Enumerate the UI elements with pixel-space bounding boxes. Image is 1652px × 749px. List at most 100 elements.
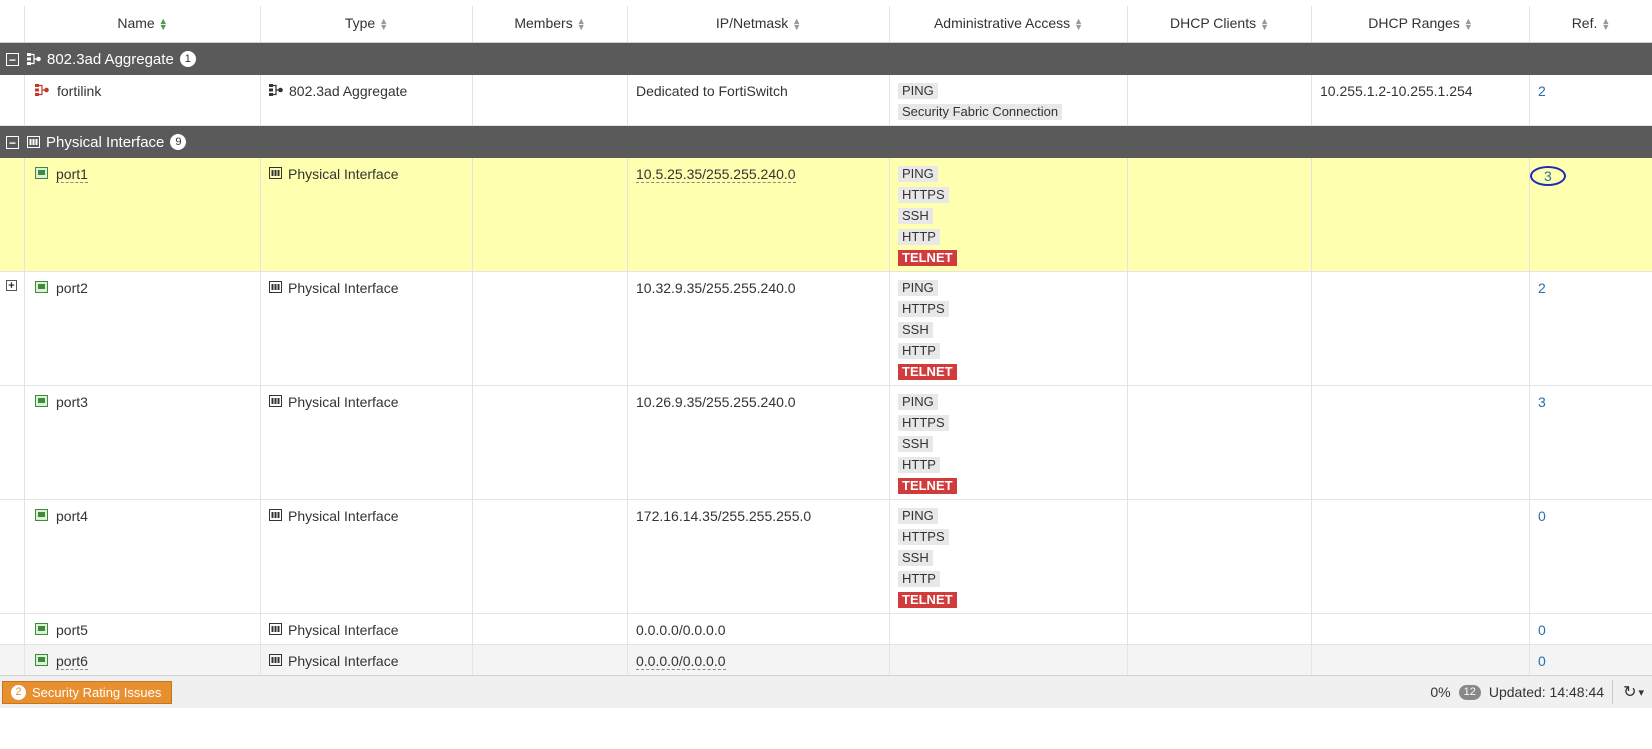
sort-arrows-icon[interactable]: ▲ ▼ [159, 17, 168, 32]
ref-link[interactable]: 3 [1538, 394, 1546, 410]
collapse-toggle-icon[interactable]: − [6, 52, 19, 66]
physical-interface-icon [269, 654, 282, 666]
column-admin-label: Administrative Access [933, 15, 1071, 31]
row-gutter [0, 500, 25, 613]
group-header-physical[interactable]: − Physical Interface 9 [0, 126, 1652, 158]
sort-arrows-icon[interactable]: ▲ ▼ [1601, 17, 1610, 32]
sort-arrows-icon[interactable]: ▲ ▼ [1074, 17, 1083, 32]
sort-arrows-icon[interactable]: ▲ ▼ [577, 17, 586, 32]
ip-value: 0.0.0.0/0.0.0.0 [636, 653, 726, 670]
access-tag: SSH [898, 208, 933, 224]
collapse-toggle-icon[interactable]: − [6, 135, 19, 149]
interface-name[interactable]: port4 [56, 508, 88, 524]
interface-name[interactable]: port3 [56, 394, 88, 410]
group-header-aggregate[interactable]: − 802.3ad Aggregate 1 [0, 43, 1652, 75]
column-header-ip[interactable]: IP/Netmask ▲ ▼ [628, 6, 890, 42]
security-rating-button[interactable]: 2 Security Rating Issues [2, 680, 173, 704]
sort-arrows-icon[interactable]: ▲ ▼ [1260, 17, 1269, 32]
ref-link[interactable]: 3 [1530, 166, 1566, 186]
aggregate-icon [27, 53, 41, 65]
interface-name[interactable]: port2 [56, 280, 88, 296]
expand-icon[interactable]: + [6, 280, 17, 292]
access-tag: HTTP [898, 343, 940, 359]
type-cell: Physical Interface [261, 645, 473, 675]
name-cell: port5 [25, 614, 261, 644]
column-header-admin-access[interactable]: Administrative Access ▲ ▼ [890, 6, 1128, 42]
interface-type: Physical Interface [288, 622, 399, 638]
status-footer: 2 Security Rating Issues 0% 12 Updated: … [0, 675, 1652, 708]
table-row[interactable]: port6 Physical Interface 0.0.0.0/0.0.0.0… [0, 645, 1652, 676]
ref-link[interactable]: 0 [1538, 653, 1546, 669]
table-row[interactable]: port4 Physical Interface 172.16.14.35/25… [0, 500, 1652, 614]
column-header-name[interactable]: Name ▲ ▼ [25, 6, 261, 42]
ref-link[interactable]: 0 [1538, 508, 1546, 524]
sort-arrows-icon[interactable]: ▲ ▼ [1464, 17, 1473, 32]
column-ip-label: IP/Netmask [715, 15, 789, 31]
type-cell: Physical Interface [261, 386, 473, 499]
column-header-members[interactable]: Members ▲ ▼ [473, 6, 628, 42]
table-row[interactable]: port5 Physical Interface 0.0.0.0/0.0.0.0… [0, 614, 1652, 645]
type-cell: Physical Interface [261, 614, 473, 644]
ip-cell: 0.0.0.0/0.0.0.0 [628, 645, 890, 675]
column-dhcp-ranges-label: DHCP Ranges [1368, 15, 1460, 31]
sort-arrows-icon[interactable]: ▲ ▼ [379, 17, 388, 32]
ref-cell: 3 [1530, 386, 1652, 499]
table-row[interactable]: fortilink 802.3ad Aggregate Dedicated to… [0, 75, 1652, 126]
name-cell: port2 [25, 272, 261, 385]
ref-link[interactable]: 2 [1538, 83, 1546, 99]
interfaces-page: Name ▲ ▼ Type ▲ ▼ Members ▲ ▼ IP/Netmask ▲ ▼ Adm… [0, 0, 1652, 749]
access-tag-telnet: TELNET [898, 250, 957, 266]
interface-name[interactable]: fortilink [57, 83, 101, 99]
access-tag: PING [898, 280, 938, 296]
dhcp-ranges-cell [1312, 500, 1530, 613]
interface-type: 802.3ad Aggregate [289, 83, 408, 99]
ip-cell: 10.5.25.35/255.255.240.0 [628, 158, 890, 271]
ref-link[interactable]: 2 [1538, 280, 1546, 296]
column-dhcp-clients-label: DHCP Clients [1169, 15, 1257, 31]
access-tag: HTTP [898, 457, 940, 473]
sort-arrows-icon[interactable]: ▲ ▼ [792, 17, 801, 32]
interface-name[interactable]: port1 [56, 166, 88, 183]
access-tag-telnet: TELNET [898, 364, 957, 380]
ref-cell: 0 [1530, 645, 1652, 675]
admin-access-cell: PING HTTPS SSH HTTP TELNET [890, 158, 1128, 271]
table-row[interactable]: port3 Physical Interface 10.26.9.35/255.… [0, 386, 1652, 500]
table-row[interactable]: + port2 Physical Interface 10.32.9.35/25… [0, 272, 1652, 386]
column-name-label: Name [117, 15, 155, 31]
physical-interface-icon [269, 167, 282, 179]
row-gutter [0, 75, 25, 125]
port-icon [35, 623, 48, 635]
ref-cell: 0 [1530, 614, 1652, 644]
name-cell: port4 [25, 500, 261, 613]
column-header-type[interactable]: Type ▲ ▼ [261, 6, 473, 42]
column-header-dhcp-clients[interactable]: DHCP Clients ▲ ▼ [1128, 6, 1312, 42]
column-header-dhcp-ranges[interactable]: DHCP Ranges ▲ ▼ [1312, 6, 1530, 42]
port-icon [35, 395, 48, 407]
refresh-button[interactable]: ↻ ▾ [1612, 680, 1644, 704]
interface-name[interactable]: port5 [56, 622, 88, 638]
row-gutter [0, 645, 25, 675]
ip-cell: 10.32.9.35/255.255.240.0 [628, 272, 890, 385]
count-badge: 12 [1458, 684, 1481, 700]
table-row[interactable]: port1 Physical Interface 10.5.25.35/255.… [0, 158, 1652, 272]
column-ref-label: Ref. [1571, 15, 1598, 31]
ip-cell: Dedicated to FortiSwitch [628, 75, 890, 125]
interface-name[interactable]: port6 [56, 653, 88, 670]
dhcp-ranges-cell [1312, 614, 1530, 644]
row-gutter: + [0, 272, 25, 385]
type-cell: Physical Interface [261, 158, 473, 271]
dhcp-clients-cell [1128, 614, 1312, 644]
ref-cell: 2 [1530, 75, 1652, 125]
port-icon [35, 509, 48, 521]
access-tag: PING [898, 166, 938, 182]
column-header-ref[interactable]: Ref. ▲ ▼ [1530, 6, 1652, 42]
ref-link[interactable]: 0 [1538, 622, 1546, 638]
dhcp-ranges-cell [1312, 386, 1530, 499]
interfaces-table: Name ▲ ▼ Type ▲ ▼ Members ▲ ▼ IP/Netmask ▲ ▼ Adm… [0, 6, 1652, 676]
row-gutter [0, 386, 25, 499]
group-count-badge: 9 [170, 134, 187, 150]
access-tag: HTTPS [898, 187, 949, 203]
members-cell [473, 500, 628, 613]
dhcp-clients-cell [1128, 386, 1312, 499]
aggregate-icon [269, 84, 283, 96]
